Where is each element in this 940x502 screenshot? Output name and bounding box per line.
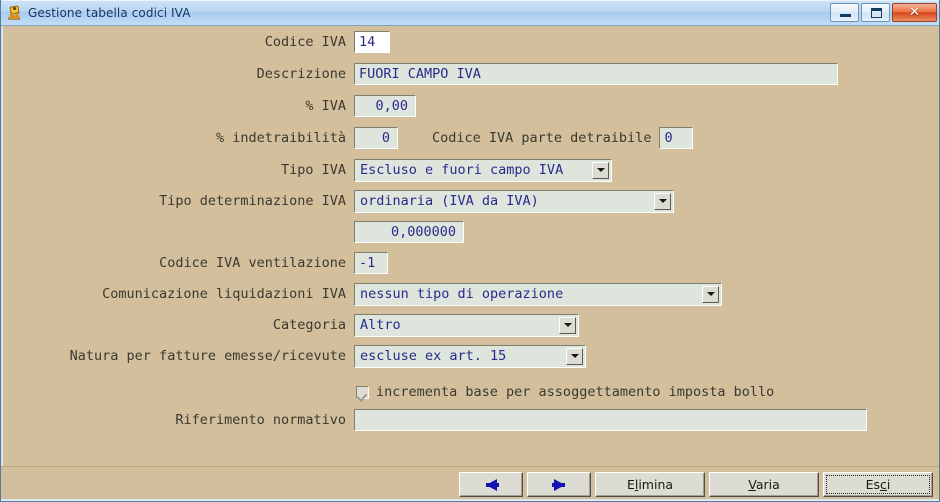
input-percentuale-iva[interactable]: 0,00 (354, 95, 416, 117)
minimize-icon (840, 14, 851, 17)
select-categoria[interactable]: Altro (354, 313, 579, 337)
checkbox-incrementa-base[interactable] (356, 385, 369, 399)
select-tipo-determinazione-iva-value: ordinaria (IVA da IVA) (360, 193, 539, 209)
input-codice-iva[interactable]: 14 (354, 31, 390, 53)
label-indetraibilita: % indetraibilità (215, 130, 346, 146)
select-comunicazione-liquidazioni-iva[interactable]: nessun tipo di operazione (354, 282, 722, 306)
row-aliquota-determinazione: 0,000000 (354, 221, 464, 243)
dialog-window: Gestione tabella codici IVA ✕ Codice IVA… (0, 0, 940, 502)
window-title: Gestione tabella codici IVA (28, 5, 191, 20)
varia-button-label: Varia (748, 477, 780, 492)
select-tipo-iva[interactable]: Escluso e fuori campo IVA (354, 158, 612, 182)
row-codice-iva: Codice IVA 14 (246, 31, 390, 53)
select-categoria-value: Altro (360, 317, 401, 333)
title-bar[interactable]: Gestione tabella codici IVA ✕ (1, 0, 939, 26)
minimize-button[interactable] (830, 3, 859, 22)
input-aliquota-determinazione[interactable]: 0,000000 (354, 221, 464, 243)
row-indetraibilita: % indetraibilità 0 Codice IVA parte detr… (191, 127, 694, 149)
select-tipo-iva-value: Escluso e fuori campo IVA (360, 162, 564, 178)
elimina-button[interactable]: Elimina (595, 472, 705, 497)
row-categoria: Categoria Altro (257, 313, 579, 337)
label-tipo-determinazione-iva: Tipo determinazione IVA (159, 193, 346, 209)
arrow-right-icon (551, 478, 565, 491)
esci-button[interactable]: Esci (823, 472, 933, 497)
close-button[interactable]: ✕ (892, 3, 937, 22)
checkbox-incrementa-base-label: incrementa base per assoggettamento impo… (376, 384, 775, 400)
prev-record-button[interactable] (459, 472, 523, 497)
select-natura-fatture-value: escluse ex art. 15 (360, 348, 507, 364)
row-codice-iva-ventilazione: Codice IVA ventilazione -1 (121, 252, 388, 274)
chevron-down-icon[interactable] (559, 316, 576, 334)
row-incrementa-base[interactable]: incrementa base per assoggettamento impo… (356, 384, 774, 400)
select-tipo-determinazione-iva[interactable]: ordinaria (IVA da IVA) (354, 189, 674, 213)
next-record-button[interactable] (527, 472, 591, 497)
chevron-down-icon[interactable] (654, 192, 671, 210)
row-natura-fatture: Natura per fatture emesse/ricevute esclu… (11, 344, 586, 368)
chevron-down-icon[interactable] (566, 347, 583, 365)
select-comunicazione-liquidazioni-iva-value: nessun tipo di operazione (360, 286, 564, 302)
button-bar: Elimina Varia Esci (1, 466, 939, 501)
input-indetraibilita[interactable]: 0 (354, 127, 398, 149)
input-descrizione[interactable]: FUORI CAMPO IVA (354, 63, 838, 85)
chevron-down-icon[interactable] (592, 161, 609, 179)
caption-buttons: ✕ (830, 3, 937, 22)
label-riferimento-normativo: Riferimento normativo (175, 412, 346, 428)
label-descrizione: Descrizione (256, 66, 346, 82)
close-icon: ✕ (909, 5, 920, 20)
label-tipo-iva: Tipo IVA (280, 162, 346, 178)
label-codice-iva: Codice IVA (264, 34, 346, 50)
label-categoria: Categoria (272, 317, 346, 333)
app-icon (7, 4, 23, 21)
focus-indicator (826, 475, 930, 494)
input-riferimento-normativo[interactable] (354, 409, 867, 431)
chevron-down-icon[interactable] (702, 285, 719, 303)
label-codice-iva-parte-detraibile: Codice IVA parte detraibile (432, 130, 652, 146)
row-comunicazione-liquidazioni-iva: Comunicazione liquidazioni IVA nessun ti… (49, 282, 722, 306)
row-tipo-iva: Tipo IVA Escluso e fuori campo IVA (273, 158, 612, 182)
row-descrizione: Descrizione FUORI CAMPO IVA (244, 63, 838, 85)
varia-button[interactable]: Varia (709, 472, 819, 497)
arrow-left-icon (485, 478, 499, 491)
label-codice-iva-ventilazione: Codice IVA ventilazione (159, 255, 346, 271)
elimina-button-label: Elimina (626, 477, 674, 492)
input-codice-iva-ventilazione[interactable]: -1 (354, 252, 388, 274)
row-riferimento-normativo: Riferimento normativo (142, 409, 867, 431)
label-percentuale-iva: % IVA (305, 98, 346, 114)
label-comunicazione-liquidazioni-iva: Comunicazione liquidazioni IVA (102, 286, 346, 302)
row-tipo-determinazione-iva: Tipo determinazione IVA ordinaria (IVA d… (119, 189, 674, 213)
select-natura-fatture[interactable]: escluse ex art. 15 (354, 344, 586, 368)
row-percentuale-iva: % IVA 0,00 (286, 95, 416, 117)
label-natura-fatture: Natura per fatture emesse/ricevute (69, 348, 346, 364)
maximize-icon (871, 8, 882, 18)
maximize-button[interactable] (861, 3, 890, 22)
input-codice-iva-parte-detraibile[interactable]: 0 (659, 127, 694, 149)
dialog-client-area: Codice IVA 14 Descrizione FUORI CAMPO IV… (1, 26, 939, 501)
